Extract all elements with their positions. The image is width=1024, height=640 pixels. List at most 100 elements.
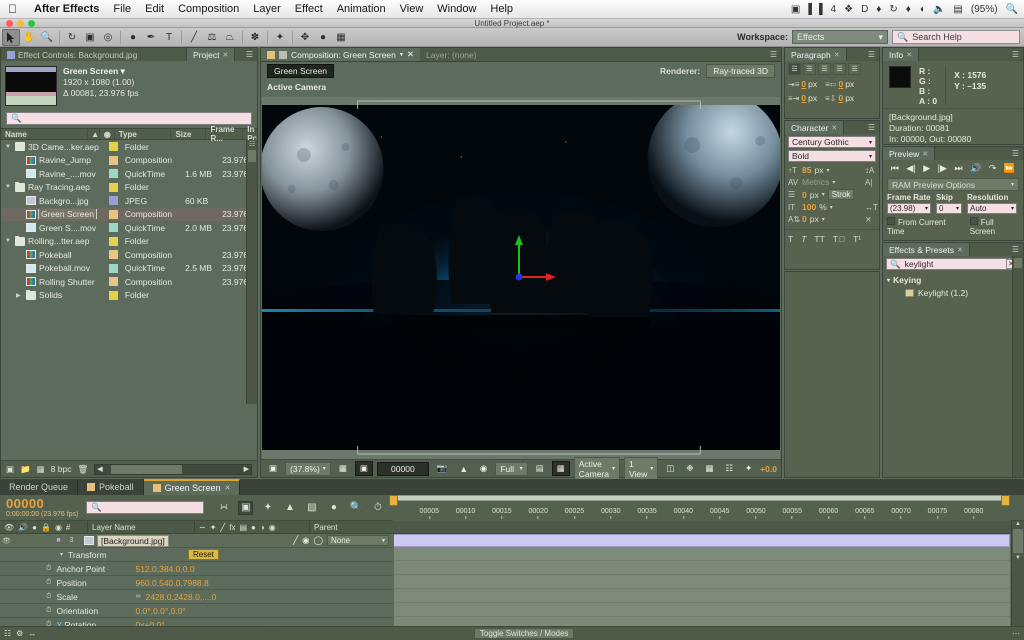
tab-paragraph[interactable]: Paragraph ✕: [785, 48, 847, 61]
audio-meter-icon[interactable]: ▌▐: [808, 4, 822, 15]
table-row[interactable]: ▼ Rolling...tter.aep Folder: [1, 235, 257, 249]
tab-composition-green-screen[interactable]: Composition: Green Screen ▾ ✕: [261, 48, 421, 61]
font-style-select[interactable]: Bold ▾: [788, 150, 876, 162]
frame-rate-select[interactable]: (23.98) ▾: [887, 203, 931, 214]
property-row-scale[interactable]: ⏱ Scale ∞ 2428.0,2428.0,....0: [0, 590, 393, 604]
evernote-icon[interactable]: ♦: [876, 4, 881, 15]
menu-item-effect[interactable]: Effect: [288, 3, 330, 15]
timeline-vertical-scrollbar[interactable]: ▲ ▼: [1011, 521, 1024, 626]
wifi-icon[interactable]: ◖: [919, 4, 925, 15]
menu-item-composition[interactable]: Composition: [171, 3, 246, 15]
layer-name-header[interactable]: Layer Name: [88, 521, 195, 533]
menu-item-animation[interactable]: Animation: [330, 3, 393, 15]
project-horizontal-scrollbar[interactable]: ◀ ▶: [94, 463, 252, 475]
project-item-name-cell[interactable]: ▶ Solids: [1, 290, 105, 300]
table-row[interactable]: Backgro...jpg JPEG 60 KB: [1, 194, 257, 208]
label-color-swatch[interactable]: [105, 209, 121, 219]
spotlight-search-icon[interactable]: 🔍: [1006, 4, 1018, 15]
pen-tool[interactable]: ✒: [142, 29, 160, 46]
close-icon[interactable]: ✕: [222, 51, 228, 59]
scrollbar-thumb[interactable]: [1014, 258, 1022, 268]
frame-blending-icon[interactable]: ●: [326, 501, 341, 515]
last-frame-icon[interactable]: ⏭: [954, 163, 962, 174]
exposure-value[interactable]: +0.0: [760, 464, 777, 474]
font-size-value[interactable]: 85: [802, 165, 811, 175]
indent-left-field[interactable]: 0 px: [801, 79, 817, 89]
effects-search-input[interactable]: 🔍 keylight ✕: [886, 258, 1020, 270]
label-color-swatch[interactable]: [105, 182, 121, 192]
indent-right-field[interactable]: 0 px: [838, 79, 854, 89]
parent-select[interactable]: None ▾: [327, 535, 389, 546]
chevron-down-icon[interactable]: ▾: [822, 191, 825, 198]
chevron-down-icon[interactable]: ▾: [830, 204, 833, 211]
column-header-label-color[interactable]: ◉: [100, 129, 115, 139]
view-layout-select[interactable]: 1 View ▾: [624, 456, 659, 481]
interpret-footage-icon[interactable]: ▣: [6, 464, 14, 475]
comp-flowchart-icon[interactable]: ☷: [4, 629, 11, 638]
space-before-field[interactable]: 0 px: [838, 93, 854, 103]
timeline-resize-grip[interactable]: ⋯: [1012, 629, 1020, 638]
battery-icon[interactable]: ▤: [953, 4, 962, 15]
column-header-type[interactable]: Type: [115, 129, 172, 139]
tab-effect-controls[interactable]: Effect Controls: Background.jpg: [1, 48, 187, 61]
property-value[interactable]: 0.0°,0.0°,0.0°: [135, 606, 185, 616]
align-center-icon[interactable]: ☰: [803, 63, 816, 75]
project-item-name-cell[interactable]: Ravine_....mov: [1, 169, 105, 179]
zoom-level-select[interactable]: (37.8%) ▾: [285, 461, 331, 476]
workspace-select[interactable]: Effects ▾: [792, 30, 888, 44]
project-item-name-cell[interactable]: Pokeball.mov: [1, 263, 105, 273]
constrain-proportions-icon[interactable]: ∞: [135, 593, 140, 600]
panel-menu-icon[interactable]: ☰: [864, 48, 879, 61]
selection-tool[interactable]: [2, 28, 20, 46]
vertical-scale-value[interactable]: 100: [802, 202, 816, 212]
always-preview-icon[interactable]: ▣: [265, 462, 281, 475]
project-item-name-cell[interactable]: ▼ 3D Came...ker.aep: [1, 141, 105, 152]
chevron-right-icon[interactable]: ▶: [16, 292, 23, 299]
move-anchor-point-icon[interactable]: ✥: [296, 29, 314, 46]
ram-preview-icon[interactable]: ⏩: [1004, 163, 1015, 174]
grid-guides-icon[interactable]: ▦: [335, 462, 351, 475]
scrollbar-thumb[interactable]: [248, 150, 256, 162]
apple-logo-icon[interactable]: : [8, 2, 17, 16]
panel-menu-icon[interactable]: ☰: [242, 48, 257, 61]
menu-item-window[interactable]: Window: [430, 3, 483, 15]
frame-blend-icon[interactable]: ▤: [239, 523, 247, 532]
stroke-options-button[interactable]: Strok: [827, 189, 855, 200]
menu-item-edit[interactable]: Edit: [138, 3, 171, 15]
column-header-framerate[interactable]: Frame R...: [206, 125, 244, 143]
audio-icon[interactable]: 🔊: [18, 523, 28, 532]
new-folder-icon[interactable]: 📁: [20, 464, 31, 475]
scroll-up-arrow[interactable]: ▲: [1012, 521, 1024, 527]
delete-icon[interactable]: 🗑: [77, 464, 88, 475]
close-icon[interactable]: ✕: [225, 484, 231, 492]
type-tool[interactable]: T: [160, 29, 178, 46]
divvy-icon[interactable]: D: [861, 4, 868, 15]
justify-last-left-icon[interactable]: ☰: [833, 63, 846, 75]
property-value[interactable]: 512.0,384.0,0.0: [135, 564, 194, 574]
close-icon[interactable]: ✕: [834, 51, 840, 59]
work-area-bar[interactable]: [393, 495, 1010, 501]
lock-icon[interactable]: 🔒: [41, 523, 51, 532]
stopwatch-icon[interactable]: ⏱: [46, 579, 51, 587]
search-help-box[interactable]: 🔍 Search Help: [892, 30, 1020, 44]
composition-mini-flowchart-icon[interactable]: ∺: [216, 501, 231, 515]
region-of-interest-icon[interactable]: ▣: [354, 461, 373, 476]
property-row-orientation[interactable]: ⏱ Orientation 0.0°,0.0°,0.0°: [0, 604, 393, 618]
project-list-scrollbar[interactable]: ☷: [246, 140, 257, 404]
current-time-indicator[interactable]: [389, 495, 398, 506]
small-caps-icon[interactable]: T ᷯ: [833, 234, 845, 244]
play-icon[interactable]: ▶: [923, 163, 930, 174]
stopwatch-icon[interactable]: ⏱: [46, 593, 51, 601]
justify-last-center-icon[interactable]: ☰: [848, 63, 861, 75]
property-row-position[interactable]: ⏱ Position 960.0,540.0,7988.8: [0, 576, 393, 590]
brush-tool[interactable]: ╱: [185, 29, 203, 46]
project-item-name-cell[interactable]: ▼ Ray Tracing.aep: [1, 182, 105, 192]
tracking-icon[interactable]: A|: [865, 178, 876, 187]
close-icon[interactable]: ✕: [407, 49, 414, 60]
table-row[interactable]: Ravine_Jump Composition 23.976: [1, 154, 257, 168]
resolution-select[interactable]: Full ▾: [495, 461, 528, 476]
tab-effects-and-presets[interactable]: Effects & Presets ✕: [883, 243, 970, 256]
mute-audio-icon[interactable]: 🔊: [970, 163, 981, 174]
motion-blur-icon[interactable]: ▧: [304, 501, 319, 515]
rotation-tool[interactable]: ↻: [63, 29, 81, 46]
